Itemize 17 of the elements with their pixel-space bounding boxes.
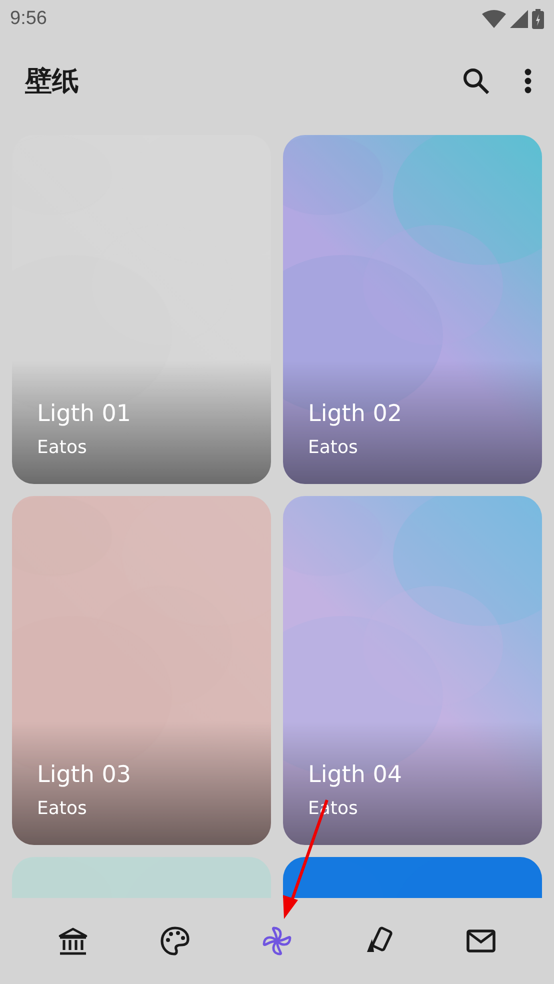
clock-time: 9:56 [10,8,47,30]
wallpaper-author: Eatos [37,437,88,458]
wifi-icon [482,10,506,28]
screen-title: 壁纸 [25,65,80,99]
wallpaper-title: Ligth 04 [308,762,402,788]
wallpaper-title: Ligth 02 [308,401,402,427]
wallpaper-title: Ligth 01 [37,401,131,427]
battery-icon [532,9,544,29]
search-icon[interactable] [462,67,490,95]
bank-icon [57,925,89,957]
signal-icon [510,10,528,28]
pinwheel-icon [261,925,293,957]
wallpaper-title: Ligth 03 [37,762,131,788]
palette-icon [159,925,191,957]
wallpaper-author: Eatos [37,798,88,819]
wallpaper-author: Eatos [308,437,359,458]
more-icon[interactable] [524,68,532,94]
